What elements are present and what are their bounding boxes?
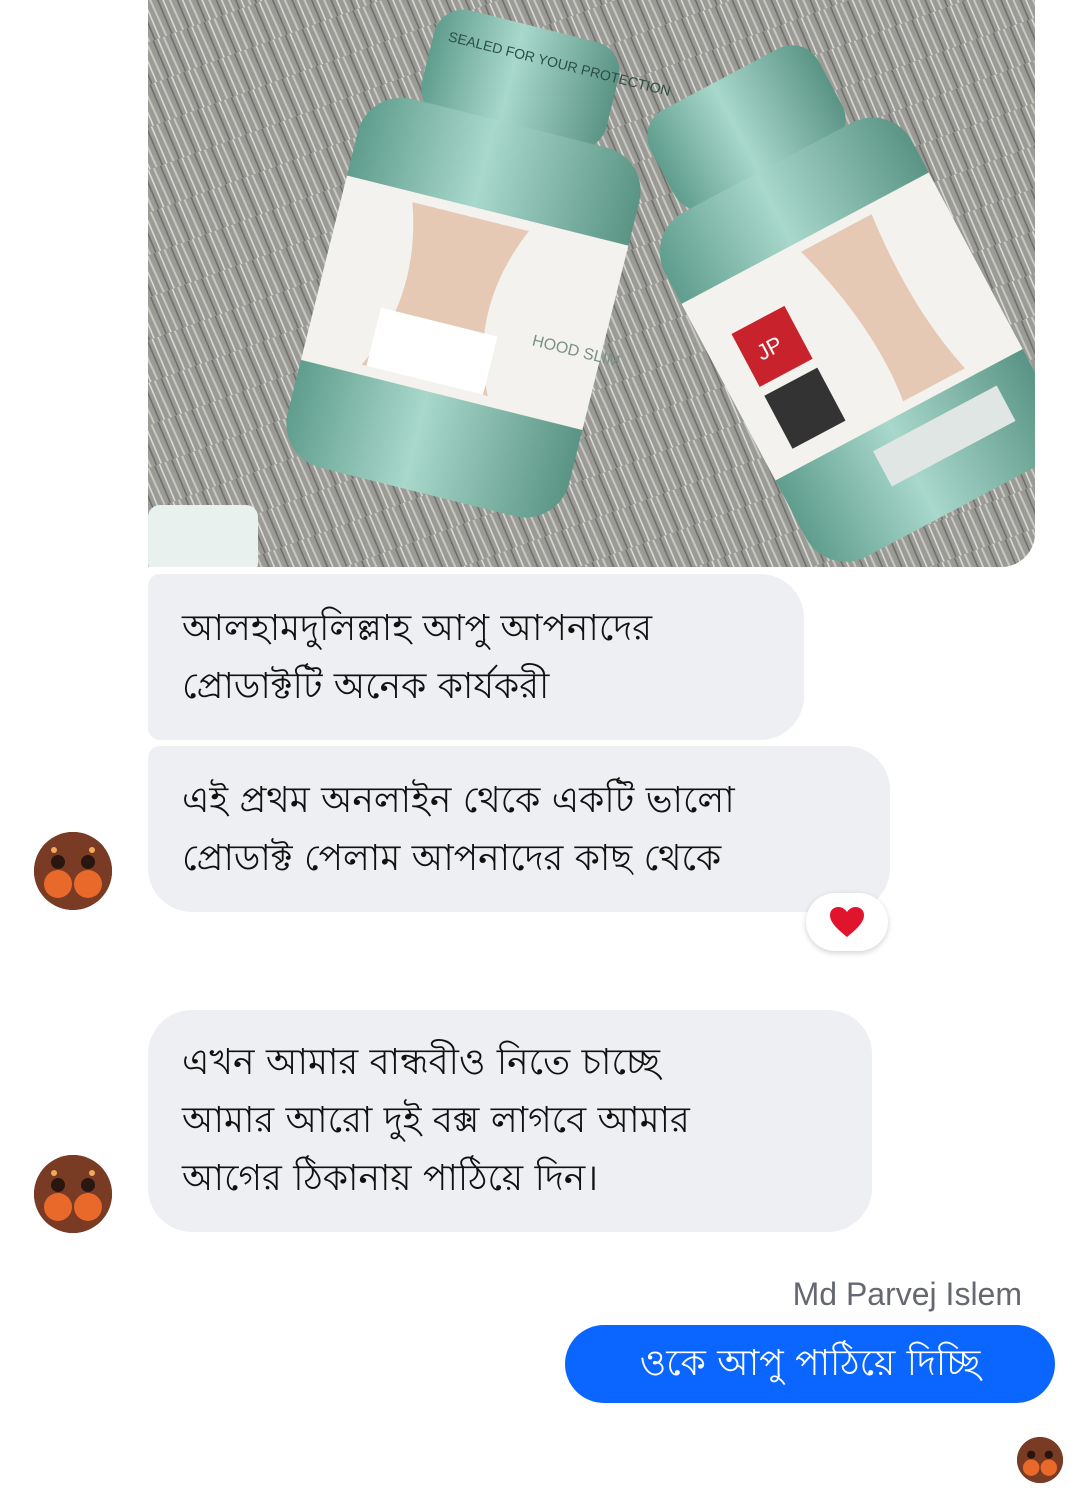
incoming-message-bubble[interactable]: এই প্রথম অনলাইন থেকে একটি ভালো প্রোডাক্ট… bbox=[148, 746, 890, 912]
heart-reaction[interactable] bbox=[806, 893, 888, 951]
outgoing-sender-name: Md Parvej Islem bbox=[792, 1276, 1022, 1312]
messenger-conversation: HOOD SLIM SEALED FOR YOUR PROTECTION JP … bbox=[0, 0, 1080, 1502]
heart-icon bbox=[830, 907, 864, 937]
outgoing-message-bubble[interactable]: ওকে আপু পাঠিয়ে দিচ্ছি bbox=[565, 1325, 1055, 1403]
seen-avatar bbox=[1017, 1437, 1063, 1483]
sender-avatar[interactable] bbox=[34, 832, 112, 910]
incoming-message-bubble[interactable]: আলহামদুলিল্লাহ আপু আপনাদের প্রোডাক্টটি অ… bbox=[148, 574, 804, 740]
incoming-message-bubble[interactable]: এখন আমার বান্ধবীও নিতে চাচ্ছে আমার আরো দ… bbox=[148, 1010, 872, 1232]
sender-avatar[interactable] bbox=[34, 1155, 112, 1233]
shared-product-photo[interactable]: HOOD SLIM SEALED FOR YOUR PROTECTION JP bbox=[148, 0, 1035, 567]
